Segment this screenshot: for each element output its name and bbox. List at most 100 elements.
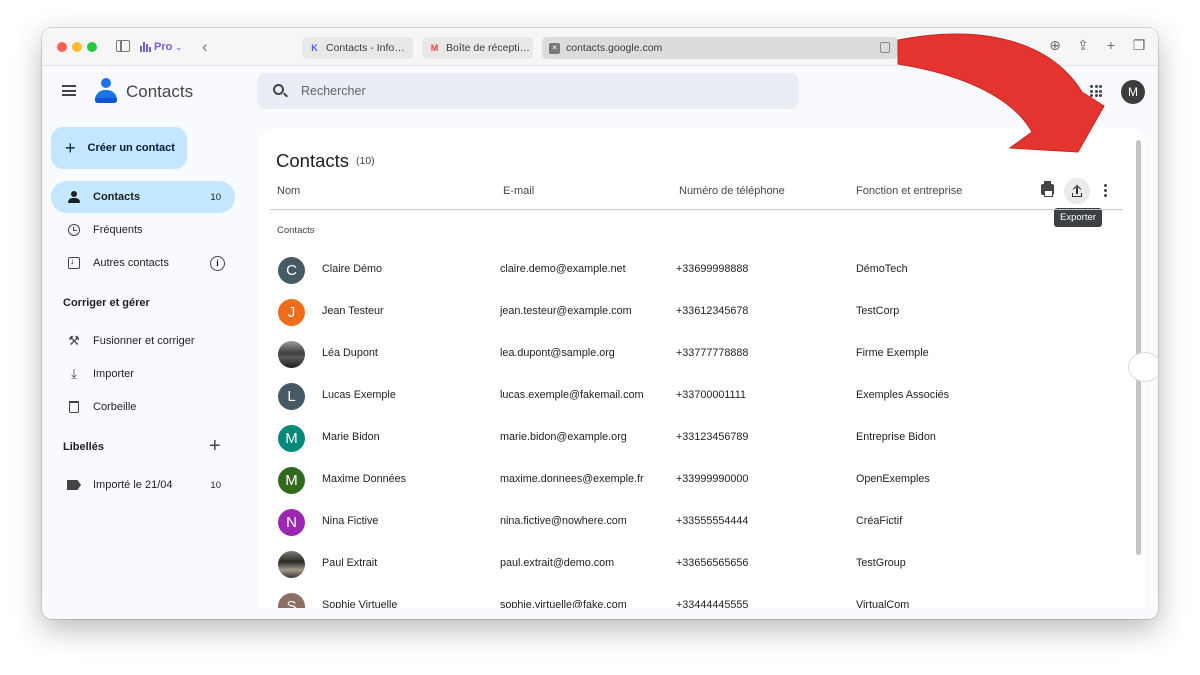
main-menu-icon[interactable] — [62, 85, 76, 96]
import-icon: ⤓ — [71, 366, 77, 381]
export-button[interactable] — [1064, 178, 1090, 204]
profile-button[interactable]: Pro ⌄ — [140, 39, 182, 55]
reader-icon[interactable] — [880, 42, 890, 53]
share-icon[interactable]: ⇪ — [1076, 37, 1090, 53]
table-row[interactable]: N Nina Fictive nina.fictive@nowhere.com +33… — [270, 501, 1123, 543]
contact-name: Paul Extrait — [322, 557, 378, 569]
export-tooltip: Exporter — [1054, 208, 1102, 227]
contact-avatar — [278, 551, 305, 578]
search-icon[interactable] — [273, 84, 284, 95]
more-options-icon[interactable] — [1104, 184, 1107, 197]
sidebar-item-label: Corbeille — [93, 401, 137, 413]
sidebar-item-label-imported[interactable]: Importé le 21/04 10 — [51, 469, 235, 501]
search-bar[interactable] — [257, 73, 799, 109]
scrollbar[interactable] — [1136, 140, 1141, 555]
table-row[interactable]: S Sophie Virtuelle sophie.virtuelle@fake.c… — [270, 585, 1123, 608]
tools-icon: ⚒ — [68, 333, 80, 348]
contact-avatar — [278, 341, 305, 368]
tab-label: Boîte de récepti… — [446, 42, 531, 54]
browser-toolbar: Pro ⌄ ‹ K Contacts - Info… M Boîte de ré… — [42, 28, 1158, 66]
download-icon[interactable]: ⊕ — [1048, 37, 1062, 53]
contact-avatar: S — [278, 593, 305, 608]
browser-tab[interactable]: K Contacts - Info… — [302, 37, 413, 59]
group-label: Contacts — [277, 225, 315, 236]
account-avatar[interactable]: M — [1121, 80, 1145, 104]
contact-company: Exemples Associés — [856, 389, 950, 401]
sidebar-item-count: 10 — [210, 191, 221, 203]
tab-label: contacts.google.com — [566, 42, 663, 54]
contact-avatar: C — [278, 257, 305, 284]
sidebar-item-other-contacts[interactable]: Autres contacts i — [51, 247, 235, 279]
column-header-company[interactable]: Fonction et entreprise — [856, 185, 962, 197]
contact-email: sophie.virtuelle@fake.com — [500, 599, 627, 608]
close-window-button[interactable] — [57, 42, 67, 52]
column-header-phone[interactable]: Numéro de téléphone — [679, 185, 785, 197]
contact-phone: +33444445555 — [676, 599, 749, 608]
add-label-icon[interactable]: + — [209, 436, 221, 456]
info-icon[interactable]: i — [210, 255, 225, 271]
history-icon — [67, 223, 81, 237]
contact-email: lea.dupont@sample.org — [500, 347, 615, 359]
browser-tab-active[interactable]: ✕ contacts.google.com — [542, 37, 898, 59]
contact-phone: +33123456789 — [676, 431, 749, 443]
contact-avatar: M — [278, 425, 305, 452]
sidebar-item-label: Autres contacts — [93, 257, 169, 269]
table-row[interactable]: M Maxime Données maxime.donnees@exemple.fr… — [270, 459, 1123, 501]
contact-phone: +33699998888 — [676, 263, 749, 275]
sidebar-item-label: Contacts — [93, 191, 141, 203]
contact-company: CréaFictif — [856, 515, 903, 527]
sidebar-toggle-icon[interactable] — [116, 40, 130, 52]
sidebar-item-trash[interactable]: Corbeille — [51, 391, 235, 423]
download-box-icon — [67, 256, 81, 270]
sidebar-item-frequent[interactable]: Fréquents — [51, 214, 235, 246]
manage-heading: Corriger et gérer — [63, 297, 150, 309]
fullscreen-window-button[interactable] — [87, 42, 97, 52]
create-contact-label: Créer un contact — [87, 142, 175, 154]
apps-grid-icon[interactable] — [1090, 85, 1102, 97]
minimize-window-button[interactable] — [72, 42, 82, 52]
contact-name: Marie Bidon — [322, 431, 380, 443]
back-arrow-icon[interactable]: ‹ — [202, 37, 208, 57]
contact-avatar: N — [278, 509, 305, 536]
table-row[interactable]: C Claire Démo claire.demo@example.net +3369… — [270, 249, 1123, 291]
contact-phone: +33999990000 — [676, 473, 749, 485]
new-tab-icon[interactable]: + — [1104, 37, 1118, 53]
toolbar-right-icons: ⊕ ⇪ + ❐ — [1048, 37, 1146, 54]
sidebar-item-merge[interactable]: ⚒ Fusionner et corriger — [51, 325, 235, 357]
column-header-email[interactable]: E-mail — [503, 185, 534, 197]
column-header-name[interactable]: Nom — [277, 185, 300, 197]
table-row[interactable]: Paul Extrait paul.extrait@demo.com +336565… — [270, 543, 1123, 585]
sidebar-item-label: Fréquents — [93, 224, 143, 236]
contact-company: TestCorp — [856, 305, 900, 317]
contact-name: Sophie Virtuelle — [322, 599, 398, 608]
contact-email: jean.testeur@example.com — [500, 305, 632, 317]
contact-name: Maxime Données — [322, 473, 407, 485]
table-row[interactable]: L Lucas Exemple lucas.exemple@fakemail.com… — [270, 375, 1123, 417]
chevron-down-icon: ⌄ — [175, 42, 183, 52]
table-row[interactable]: M Marie Bidon marie.bidon@example.org +3312… — [270, 417, 1123, 459]
contact-phone: +33700001111 — [676, 389, 746, 401]
sidebar-item-import[interactable]: ⤓ Importer — [51, 358, 235, 390]
sidebar-item-contacts[interactable]: Contacts 10 — [51, 181, 235, 213]
contacts-logo-icon — [94, 78, 118, 104]
tab-overview-icon[interactable]: ❐ — [1132, 37, 1146, 53]
k-logo-icon: K — [311, 43, 318, 53]
sidebar-item-label: Importer — [93, 368, 134, 380]
contact-name: Léa Dupont — [322, 347, 378, 359]
plus-icon: + — [65, 138, 76, 158]
contact-name: Jean Testeur — [322, 305, 384, 317]
contact-company: OpenExemples — [856, 473, 930, 485]
contact-email: marie.bidon@example.org — [500, 431, 627, 443]
print-icon[interactable] — [1041, 181, 1054, 197]
side-panel-handle[interactable] — [1128, 352, 1158, 382]
help-icon[interactable]: ? — [997, 83, 1012, 98]
contact-company: TestGroup — [856, 557, 906, 569]
create-contact-button[interactable]: + Créer un contact — [51, 127, 187, 169]
table-row[interactable]: J Jean Testeur jean.testeur@example.com +33… — [270, 291, 1123, 333]
profile-bars-icon — [140, 42, 151, 52]
table-row[interactable]: Léa Dupont lea.dupont@sample.org +33777778… — [270, 333, 1123, 375]
search-input[interactable] — [301, 73, 781, 109]
contact-phone: +33612345678 — [676, 305, 749, 317]
label-icon — [67, 478, 81, 492]
browser-tab[interactable]: M Boîte de récepti… — [422, 37, 533, 59]
